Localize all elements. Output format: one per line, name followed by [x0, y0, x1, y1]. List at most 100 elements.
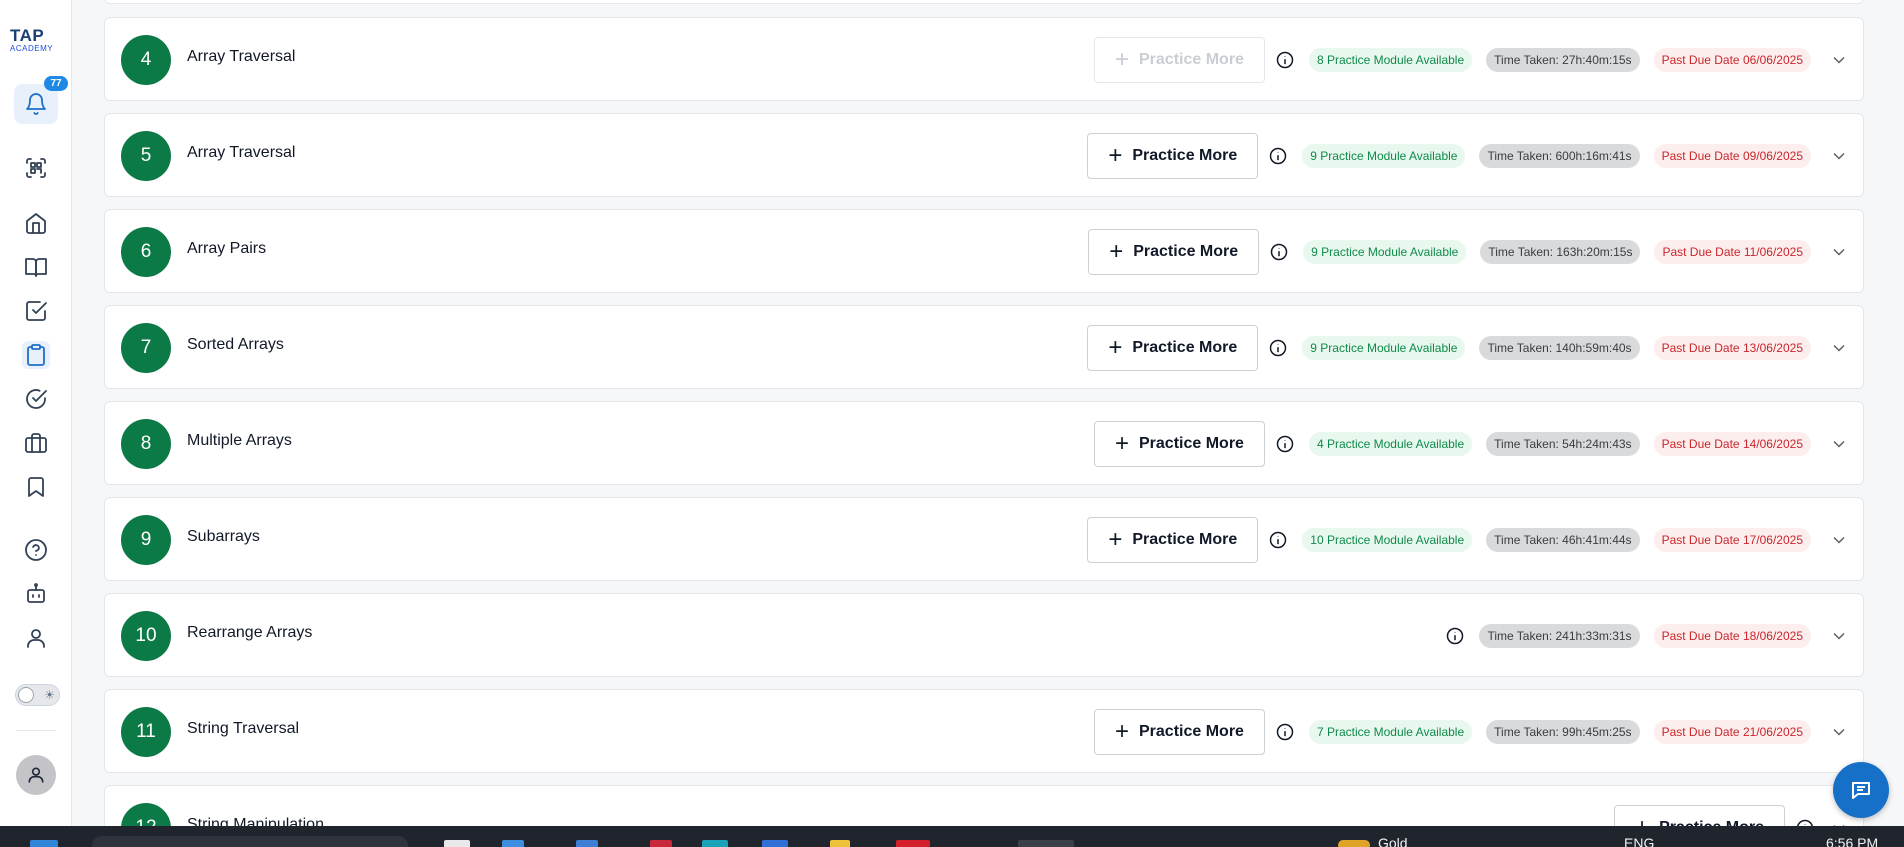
time-taken-badge: Time Taken: 163h:20m:15s	[1480, 240, 1641, 264]
chevron-down-icon[interactable]	[1829, 722, 1849, 742]
tap-academy-logo[interactable]: TAP ACADEMY	[10, 26, 64, 58]
time-taken-badge: Time Taken: 27h:40m:15s	[1486, 48, 1640, 72]
module-list: 4 Array Traversal + Practice More 8 Practice…	[72, 0, 1904, 826]
avatar[interactable]	[16, 755, 56, 795]
chevron-down-icon[interactable]	[1829, 434, 1849, 454]
plus-icon: +	[1108, 142, 1123, 169]
plus-icon: +	[1635, 816, 1649, 827]
logo-text-bottom: ACADEMY	[10, 44, 54, 53]
practice-more-button[interactable]: + Practice More	[1088, 229, 1260, 275]
weather-label: Gold	[1378, 835, 1408, 847]
theme-toggle[interactable]: ☀	[15, 684, 60, 706]
due-date-badge: Past Due Date 18/06/2025	[1653, 624, 1811, 648]
info-icon[interactable]	[1275, 722, 1295, 742]
module-title: Subarrays	[187, 528, 260, 545]
info-icon[interactable]	[1275, 434, 1295, 454]
chevron-down-icon[interactable]	[1829, 626, 1849, 646]
info-icon[interactable]	[1275, 50, 1295, 70]
module-card[interactable]: 11 String Traversal + Practice More 7 Practi…	[104, 689, 1864, 773]
info-icon[interactable]	[1268, 530, 1288, 550]
weather-icon	[1338, 840, 1370, 847]
plus-icon: +	[1114, 430, 1129, 457]
chevron-down-icon[interactable]	[1829, 338, 1849, 358]
taskbar-app-icon[interactable]	[702, 840, 728, 847]
practice-more-button[interactable]: + Practice More	[1093, 709, 1265, 755]
plus-icon: +	[1108, 526, 1123, 553]
start-icon[interactable]	[30, 840, 58, 847]
sidebar-item-home[interactable]	[22, 209, 50, 237]
sidebar-item-completed[interactable]	[22, 385, 50, 413]
info-icon[interactable]	[1268, 338, 1288, 358]
chat-support-button[interactable]	[1833, 762, 1889, 818]
taskbar-app-icon[interactable]	[502, 840, 524, 847]
module-card[interactable]: 5 Array Traversal + Practice More 9 Practice…	[104, 113, 1864, 197]
sidebar-item-courses[interactable]	[22, 253, 50, 281]
module-card[interactable]: 10 Rearrange Arrays Time Taken: 241h:33m:3…	[104, 593, 1864, 677]
taskbar-app-icon[interactable]	[650, 840, 672, 847]
logo-text-top: TAP	[10, 26, 45, 45]
module-number: 5	[121, 131, 171, 181]
info-icon[interactable]	[1795, 818, 1815, 826]
module-title: Multiple Arrays	[187, 432, 292, 449]
chevron-down-icon[interactable]	[1829, 242, 1849, 262]
chevron-down-icon[interactable]	[1829, 818, 1849, 826]
sidebar-item-assignments[interactable]	[22, 341, 50, 369]
module-actions: + Practice More	[1614, 786, 1849, 826]
clipboard-icon	[27, 344, 45, 366]
plus-icon: +	[1114, 46, 1129, 73]
taskbar-app-icon[interactable]	[830, 840, 850, 847]
language-indicator[interactable]: ENG	[1624, 836, 1654, 847]
chevron-down-icon[interactable]	[1829, 530, 1849, 550]
practice-more-button[interactable]: + Practice More	[1087, 133, 1259, 179]
practice-more-button[interactable]: + Practice More	[1087, 325, 1259, 371]
taskbar-search[interactable]	[92, 836, 408, 847]
module-card[interactable]: 7 Sorted Arrays + Practice More 9 Practice M…	[104, 305, 1864, 389]
taskbar-app-icon[interactable]	[576, 840, 598, 847]
sidebar-item-tasks[interactable]	[22, 297, 50, 325]
sidebar-item-assistant[interactable]	[22, 580, 50, 608]
module-card[interactable]: 4 Array Traversal + Practice More 8 Practice…	[104, 17, 1864, 101]
practice-more-button[interactable]: + Practice More	[1093, 37, 1265, 83]
practice-more-button[interactable]: + Practice More	[1614, 805, 1785, 826]
info-icon[interactable]	[1269, 242, 1289, 262]
qr-code-icon	[26, 158, 46, 178]
sidebar-item-bookmarks[interactable]	[22, 473, 50, 501]
chevron-down-icon[interactable]	[1829, 50, 1849, 70]
info-icon[interactable]	[1268, 146, 1288, 166]
module-card[interactable]: 6 Array Pairs + Practice More 9 Practice Mod…	[104, 209, 1864, 293]
taskbar-app-icon[interactable]	[896, 840, 930, 847]
practice-more-label: Practice More	[1139, 435, 1244, 452]
module-card-previous	[104, 0, 1864, 4]
os-taskbar: Gold ENG 6:56 PM	[0, 826, 1904, 847]
practice-more-button[interactable]: + Practice More	[1087, 517, 1259, 563]
taskbar-active-app[interactable]	[1018, 840, 1074, 847]
sidebar-item-help[interactable]	[22, 536, 50, 564]
notification-count-badge: 77	[44, 76, 68, 91]
practice-more-label: Practice More	[1139, 51, 1244, 68]
practice-available-badge: 7 Practice Module Available	[1308, 720, 1473, 744]
practice-more-label: Practice More	[1133, 243, 1239, 260]
taskbar-app-icon[interactable]	[444, 840, 470, 847]
plus-icon: +	[1109, 238, 1124, 265]
module-actions: + Practice More 10 Practice Module Availab…	[1087, 498, 1849, 582]
module-card[interactable]: 9 Subarrays + Practice More 10 Practice Modu…	[104, 497, 1864, 581]
module-card[interactable]: 12 String Manipulation + Practice More	[104, 785, 1864, 826]
chevron-down-icon[interactable]	[1829, 146, 1849, 166]
module-title: String Manipulation	[187, 816, 324, 826]
module-actions: + Practice More 9 Practice Module Availabl…	[1087, 114, 1849, 198]
clock: 6:56 PM	[1826, 835, 1879, 847]
module-card[interactable]: 8 Multiple Arrays + Practice More 4 Practice…	[104, 401, 1864, 485]
taskbar-app-icon[interactable]	[762, 840, 788, 847]
sidebar-item-scanner[interactable]	[22, 154, 50, 182]
help-circle-icon	[25, 539, 47, 561]
check-circle-icon	[26, 389, 47, 409]
info-icon[interactable]	[1445, 626, 1465, 646]
time-taken-badge: Time Taken: 46h:41m:44s	[1486, 528, 1640, 552]
sidebar-item-profile[interactable]	[22, 624, 50, 652]
due-date-badge: Past Due Date 06/06/2025	[1653, 48, 1811, 72]
checkbox-icon	[26, 301, 47, 321]
home-icon	[26, 213, 46, 234]
practice-more-button[interactable]: + Practice More	[1093, 421, 1265, 467]
module-actions: + Practice More 4 Practice Module Availabl…	[1093, 402, 1849, 486]
sidebar-item-jobs[interactable]	[22, 429, 50, 457]
